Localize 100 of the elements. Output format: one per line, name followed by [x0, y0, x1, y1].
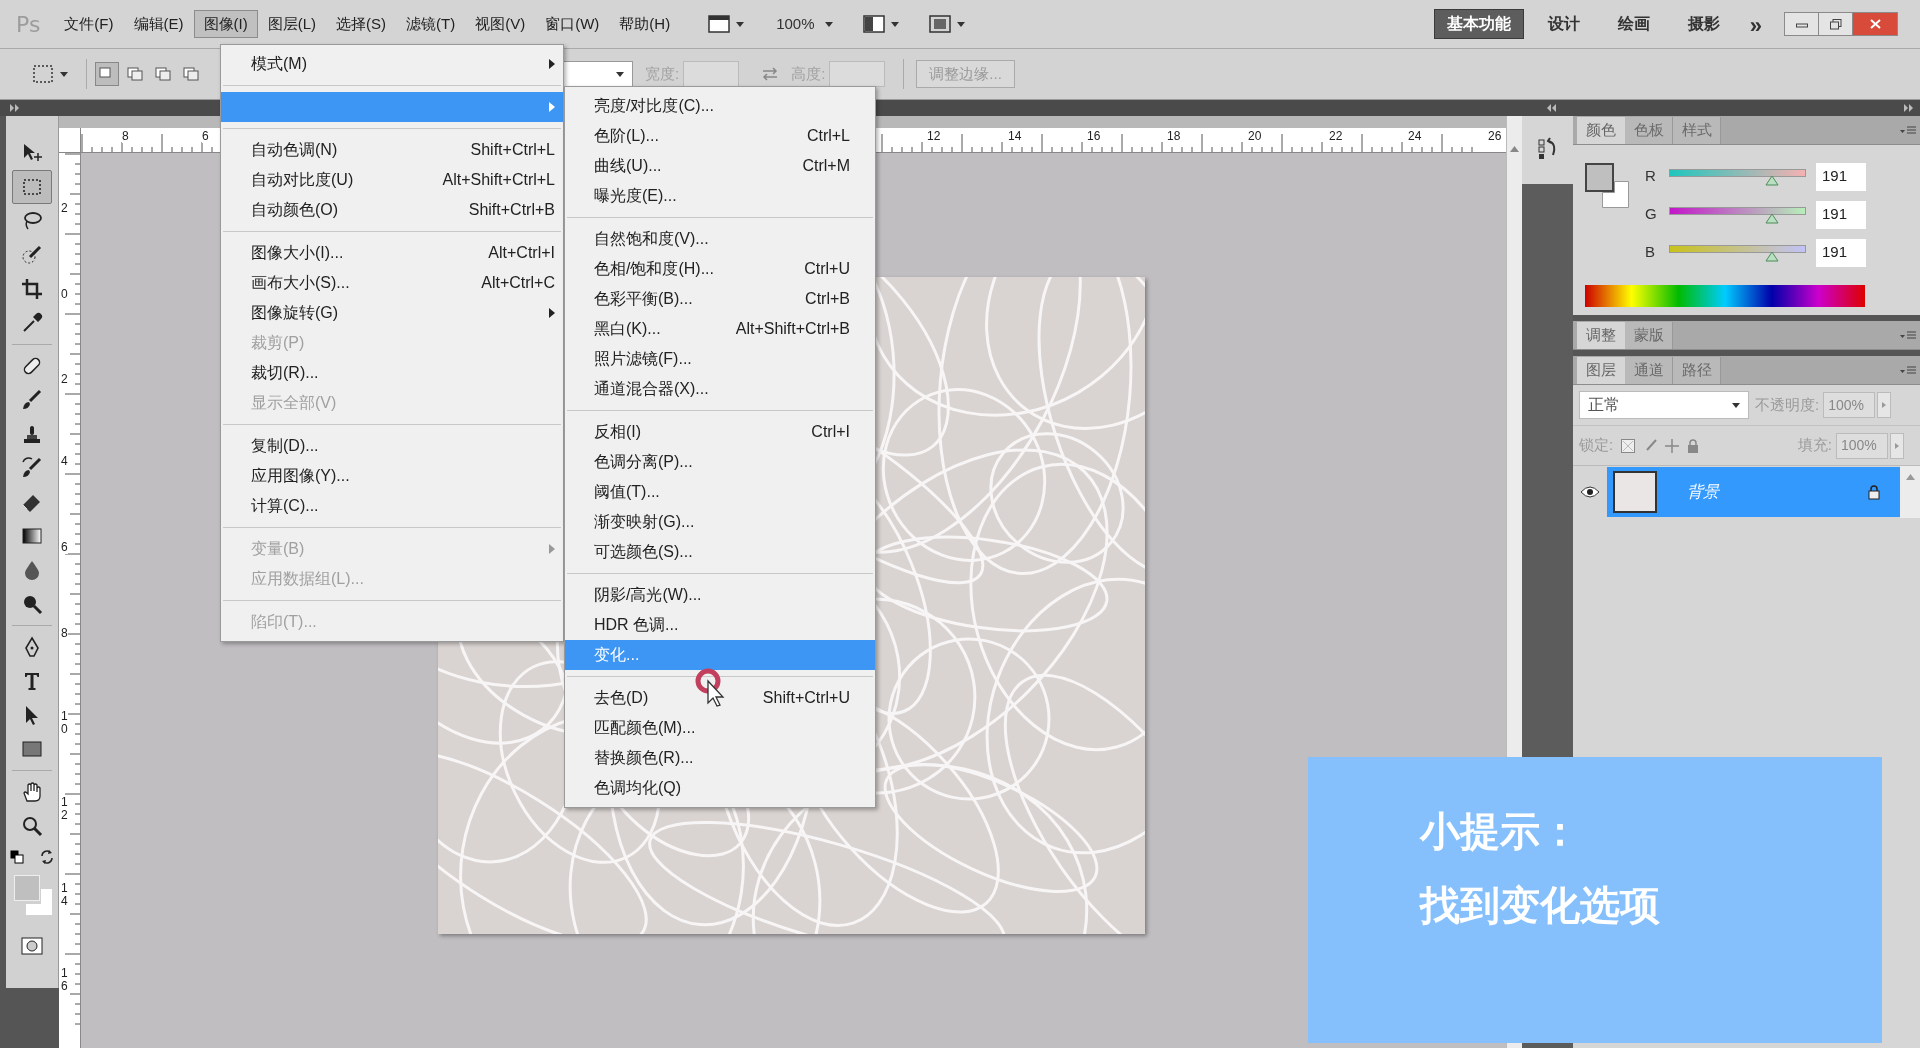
slider-thumb[interactable]: [1764, 250, 1779, 262]
minimize-icon: [1795, 20, 1808, 28]
menu-item[interactable]: 图像(I): [193, 10, 258, 38]
menu-item[interactable]: 阴影/高光(W)...: [565, 580, 875, 610]
menu-item[interactable]: 自动对比度(U) Alt+Shift+Ctrl+L: [221, 165, 563, 195]
blend-mode-dropdown[interactable]: 正常: [1579, 391, 1749, 419]
menu-item[interactable]: 通道混合器(X)...: [565, 374, 875, 404]
menu-item[interactable]: 反相(I) Ctrl+I: [565, 417, 875, 447]
menu-item[interactable]: 计算(C)...: [221, 491, 563, 521]
menu-item[interactable]: 自动色调(N) Shift+Ctrl+L: [221, 135, 563, 165]
menu-item[interactable]: 阈值(T)...: [565, 477, 875, 507]
slider-thumb[interactable]: [1764, 174, 1779, 186]
menu-item[interactable]: 照片滤镜(F)...: [565, 344, 875, 374]
menu-item[interactable]: 曲线(U)... Ctrl+M: [565, 151, 875, 181]
default-colors-icon[interactable]: [10, 850, 24, 864]
ruler-label: 12: [61, 796, 68, 822]
workspace-button[interactable]: 绘画: [1603, 9, 1664, 39]
menu-item[interactable]: 自然饱和度(V)...: [565, 224, 875, 254]
menu-item[interactable]: 曝光度(E)...: [565, 181, 875, 211]
menu-item[interactable]: 色彩平衡(B)... Ctrl+B: [565, 284, 875, 314]
menu-item[interactable]: 可选颜色(S)...: [565, 537, 875, 567]
background-color-swatch[interactable]: [26, 889, 52, 915]
channel-value-field[interactable]: 191: [1816, 200, 1866, 229]
menu-item[interactable]: 亮度/对比度(C)...: [565, 91, 875, 121]
channel-value-field[interactable]: 191: [1816, 238, 1866, 267]
marquee-icon: [32, 64, 54, 84]
ruler-label: 22: [1329, 129, 1343, 143]
brush-icon: [20, 388, 44, 412]
menu-item[interactable]: 图像大小(I)... Alt+Ctrl+I: [221, 238, 563, 268]
menu-item[interactable]: 黑白(K)... Alt+Shift+Ctrl+B: [565, 314, 875, 344]
ruler-label: 26: [1488, 129, 1502, 143]
menu-item[interactable]: 编辑(E): [123, 10, 194, 38]
menu-item[interactable]: 自动颜色(O) Shift+Ctrl+B: [221, 195, 563, 225]
quick-selection-icon: [20, 243, 44, 267]
menu-item[interactable]: 裁切(R)...: [221, 358, 563, 388]
menu-item[interactable]: 帮助(H): [609, 10, 681, 38]
ruler-label: 6: [61, 541, 68, 554]
menu-item[interactable]: 色阶(L)... Ctrl+L: [565, 121, 875, 151]
ruler-label: 0: [61, 288, 68, 301]
menu-item[interactable]: 替换颜色(R)...: [565, 743, 875, 773]
lock-brush-icon[interactable]: [1643, 438, 1658, 453]
menu-item[interactable]: 去色(D) Shift+Ctrl+U: [565, 683, 875, 713]
panel-tab[interactable]: 颜色: [1577, 117, 1625, 144]
menu-item[interactable]: 图像旋转(G): [221, 298, 563, 328]
zoom-dropdown[interactable]: 100%: [770, 10, 839, 38]
submenu-arrow-icon: [549, 308, 555, 318]
menu-item[interactable]: 色相/饱和度(H)... Ctrl+U: [565, 254, 875, 284]
scroll-up-icon[interactable]: [1510, 146, 1519, 152]
grid-layout-icon: [862, 15, 885, 33]
menu-item[interactable]: 模式(M): [221, 49, 563, 79]
collapse-icon[interactable]: [1546, 104, 1556, 112]
background-color-swatch[interactable]: [1602, 181, 1629, 208]
menu-item[interactable]: 画布大小(S)... Alt+Ctrl+C: [221, 268, 563, 298]
subtract-selection-icon: [155, 67, 171, 81]
restore-button[interactable]: [1819, 13, 1853, 35]
panel-menu-icon[interactable]: [1900, 366, 1916, 376]
lock-icon[interactable]: [1687, 438, 1700, 453]
intersect-selection-icon: [183, 67, 199, 81]
foreground-color-swatch[interactable]: [1585, 163, 1614, 192]
close-icon: [1869, 19, 1881, 29]
panel-menu-icon[interactable]: [1900, 126, 1916, 136]
expand-icon[interactable]: [1904, 104, 1914, 112]
layer-thumbnail: [1613, 471, 1657, 513]
height-field[interactable]: [829, 61, 886, 87]
menu-item[interactable]: 选择(S): [326, 10, 396, 38]
swap-colors-icon[interactable]: [40, 850, 54, 864]
menu-item[interactable]: 匹配颜色(M)...: [565, 713, 875, 743]
menu-item[interactable]: 应用图像(Y)...: [221, 461, 563, 491]
screen-frame-icon: [928, 15, 951, 33]
expand-icon[interactable]: [10, 104, 20, 112]
ruler-label: 10: [61, 710, 68, 736]
menu-item[interactable]: 窗口(W): [535, 10, 610, 38]
workspace-button[interactable]: 设计: [1533, 9, 1594, 39]
close-button[interactable]: [1853, 13, 1897, 35]
menu-item[interactable]: 图层(L): [257, 10, 326, 38]
eye-icon[interactable]: [1580, 485, 1600, 499]
menu-item[interactable]: 文件(F): [54, 10, 124, 38]
marquee-tool-button[interactable]: [12, 170, 52, 204]
width-field[interactable]: [683, 61, 740, 87]
channel-value-field[interactable]: 191: [1816, 162, 1866, 191]
lock-transparency-icon[interactable]: [1621, 438, 1636, 453]
panel-menu-icon[interactable]: [1900, 331, 1916, 341]
panel-tab[interactable]: 图层: [1577, 357, 1625, 384]
history-panel-button[interactable]: [1522, 116, 1573, 184]
ruler-label: 2: [61, 202, 68, 215]
menu-item[interactable]: 视图(V): [465, 10, 536, 38]
workspace-button[interactable]: 基本功能: [1433, 9, 1524, 39]
menu-item[interactable]: 渐变映射(G)...: [565, 507, 875, 537]
more-workspaces-button[interactable]: »: [1743, 9, 1768, 39]
menu-item[interactable]: HDR 色调...: [565, 610, 875, 640]
menu-item[interactable]: 色调分离(P)...: [565, 447, 875, 477]
menu-item[interactable]: 复制(D)...: [221, 431, 563, 461]
slider-thumb[interactable]: [1764, 212, 1779, 224]
menu-item[interactable]: 滤镜(T): [396, 10, 466, 38]
color-spectrum-bar[interactable]: [1585, 285, 1865, 307]
menu-item[interactable]: 色调均化(Q): [565, 773, 875, 803]
ruler-label: 18: [1167, 129, 1181, 143]
selection-mode-button[interactable]: [95, 62, 119, 86]
panel-tab[interactable]: 调整: [1577, 322, 1625, 349]
workspace-button[interactable]: 摄影: [1673, 9, 1734, 39]
